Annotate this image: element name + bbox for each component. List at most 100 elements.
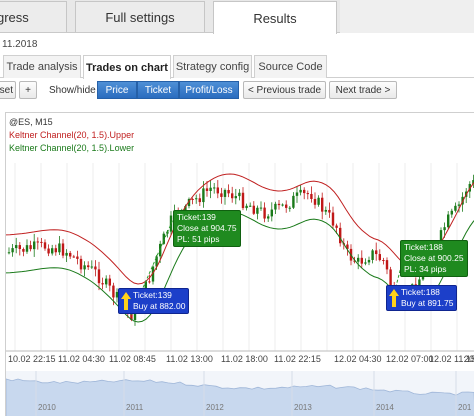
candle-body (108, 278, 111, 286)
candle-body (209, 187, 212, 191)
price-chart[interactable]: @ES, M15 Keltner Channel(20, 1.5).Upper … (5, 112, 474, 416)
candle-body (249, 205, 252, 207)
candle-body (234, 196, 237, 199)
price-toggle[interactable]: Price (97, 81, 137, 99)
tooltip-ticket: Ticket:188 (404, 242, 443, 252)
tooltip-ticket: Ticket:139 (177, 212, 216, 222)
candle-body (303, 189, 306, 194)
navigator-year-label: 2013 (294, 403, 312, 412)
navigator-year-label: 201 (458, 403, 472, 412)
candle-body (61, 243, 65, 256)
candle-body (29, 245, 32, 250)
candle-body (292, 195, 295, 208)
candle-body (331, 212, 335, 226)
candle-body (83, 265, 86, 270)
chart-toolbar: eset + Show/hide Price Ticket Profit/Los… (0, 79, 474, 103)
x-axis-label: 10.02 22:15 (8, 354, 56, 364)
tooltip-ticket: Ticket:139 (133, 290, 172, 300)
candle-body (317, 197, 320, 205)
trade-139-close-tooltip[interactable]: Ticket:139 Close at 904.75 PL: 51 pips (173, 210, 241, 247)
candle-body (382, 260, 385, 262)
tab-label: Trade analysis (6, 61, 78, 73)
candle-body (324, 209, 327, 212)
candle-body (270, 209, 273, 217)
candle-body (169, 215, 173, 232)
candle-body (79, 258, 83, 270)
candle-body (25, 245, 29, 252)
tab-label: Full settings (105, 9, 175, 25)
tab-source-code[interactable]: Source Code (254, 55, 327, 78)
tab-label: Results (253, 10, 297, 26)
tooltip-ticket: Ticket:188 (401, 287, 440, 297)
candle-body (7, 252, 11, 254)
candle-body (205, 188, 209, 191)
x-axis-label: 11.02 18:00 (221, 354, 268, 364)
candle-body (277, 203, 281, 206)
tab-bar-filler (340, 0, 474, 33)
tab-strategy-config[interactable]: Strategy config (173, 55, 252, 78)
x-axis-label: 12.02 07:00 (386, 354, 434, 364)
trade-139-buy-tooltip[interactable]: Ticket:139 Buy at 882.00 (118, 288, 190, 314)
x-axis-label: 11.02 13:00 (166, 354, 213, 364)
candle-body (58, 243, 61, 253)
x-axis-label: 12.02 04:30 (334, 354, 382, 364)
candle-body (22, 248, 25, 252)
tab-trade-analysis[interactable]: Trade analysis (3, 55, 81, 78)
candle-body (223, 189, 227, 197)
candle-body (285, 204, 288, 208)
candle-body (450, 210, 453, 215)
candle-body (310, 193, 313, 199)
candle-body (72, 256, 75, 258)
candle-body (443, 227, 446, 231)
candle-body (367, 259, 371, 263)
tab-label: Trades on chart (86, 61, 168, 74)
navigator-year-label: 2011 (126, 403, 144, 412)
tooltip-action: Close at 904.75 (177, 223, 237, 233)
candle-body (94, 266, 97, 270)
add-button[interactable]: + (19, 81, 37, 99)
candle-body (76, 256, 79, 259)
candle-body (378, 254, 381, 261)
tab-label: gress (0, 9, 29, 25)
candle-body (360, 257, 363, 264)
candle-body (101, 283, 104, 285)
candle-body (33, 241, 36, 250)
trade-188-buy-tooltip[interactable]: Ticket:188 Buy at 891.75 (386, 285, 458, 311)
candle-body (245, 205, 248, 209)
tab-results[interactable]: Results (213, 1, 337, 34)
x-axis-label: 11.02 08:45 (109, 354, 156, 364)
trade-188-close-tooltip[interactable]: Ticket:188 Close at 900.25 PL: 34 pips (400, 240, 468, 277)
reset-button[interactable]: eset (0, 81, 16, 99)
candle-body (195, 198, 198, 200)
candle-body (54, 248, 57, 253)
navigator-year-label: 2010 (38, 403, 56, 412)
candle-body (256, 207, 259, 214)
previous-trade-button[interactable]: < Previous trade (243, 81, 326, 99)
tab-full-settings[interactable]: Full settings (75, 1, 205, 32)
candle-body (148, 281, 151, 283)
candle-body (51, 248, 54, 254)
candle-body (241, 192, 245, 209)
next-trade-button[interactable]: Next trade > (329, 81, 397, 99)
candle-body (97, 269, 101, 284)
candle-body (335, 225, 338, 228)
ticket-toggle[interactable]: Ticket (137, 81, 179, 99)
candle-body (281, 204, 284, 206)
profit-loss-toggle[interactable]: Profit/Loss (179, 81, 239, 99)
tab-progress[interactable]: gress (0, 1, 67, 32)
candle-body (15, 245, 18, 249)
candle-body (216, 187, 219, 194)
sub-tab-bar: Trade analysis Trades on chart Strategy … (0, 55, 474, 79)
buy-arrow-icon (121, 292, 131, 310)
date-text: 11.2018 (2, 39, 38, 50)
candle-body (274, 203, 277, 210)
tooltip-action: Buy at 891.75 (401, 298, 454, 308)
tooltip-action: Buy at 882.00 (133, 301, 186, 311)
tab-trades-on-chart[interactable]: Trades on chart (83, 55, 171, 79)
candle-body (288, 207, 291, 209)
candle-body (389, 269, 392, 287)
candle-body (357, 257, 360, 262)
candle-body (213, 187, 216, 189)
candle-body (295, 192, 299, 196)
candle-body (191, 198, 194, 200)
